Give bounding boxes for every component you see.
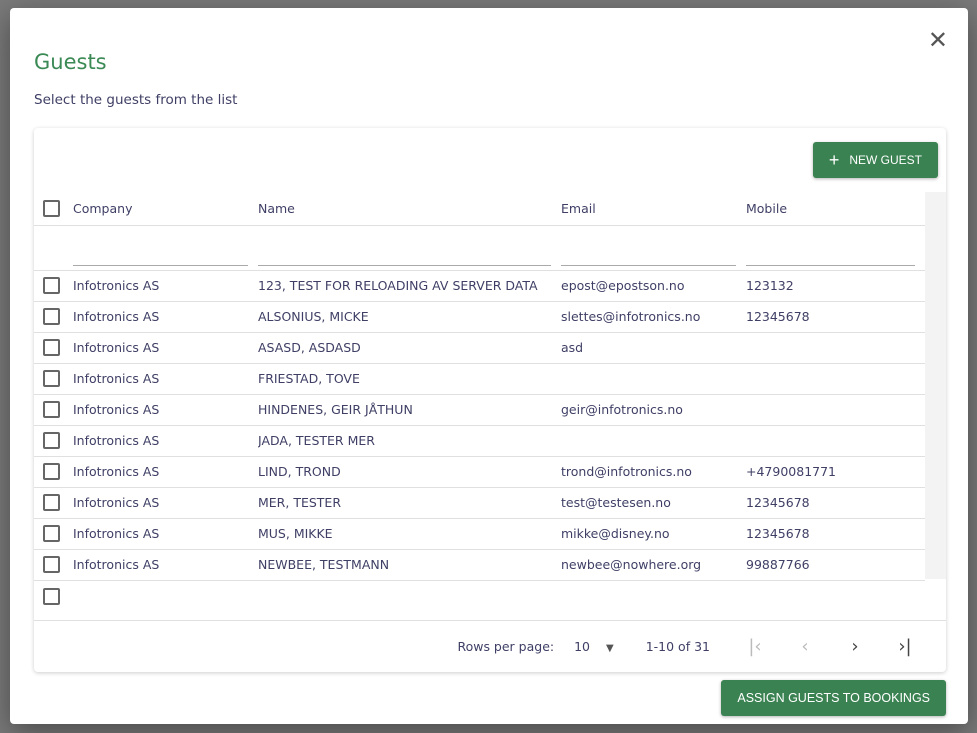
last-page-icon[interactable]: ›| (880, 636, 930, 657)
cell-company: Infotronics AS (73, 332, 258, 364)
table-row[interactable]: Infotronics AS NEWBEE, TESTMANN newbee@now… (34, 549, 925, 581)
cell-mobile: +4790081771 (746, 456, 925, 488)
cell-email (561, 363, 746, 395)
row-checkbox[interactable] (43, 525, 60, 542)
header-company[interactable]: Company (73, 192, 258, 226)
table-row[interactable]: Infotronics AS MER, TESTER test@testesen.n… (34, 487, 925, 519)
cell-email (561, 425, 746, 457)
cell-mobile (746, 332, 925, 364)
cell-name: HINDENES, GEIR JÅTHUN (258, 394, 561, 426)
row-checkbox[interactable] (43, 401, 60, 418)
cell-email: newbee@nowhere.org (561, 549, 746, 581)
new-guest-label: NEW GUEST (849, 153, 922, 167)
row-checkbox[interactable] (43, 432, 60, 449)
table-row[interactable]: Infotronics AS 123, TEST FOR RELOADING AV… (34, 270, 925, 302)
cell-email: mikke@disney.no (561, 518, 746, 550)
next-page-icon[interactable]: › (830, 636, 880, 657)
cell-company: Infotronics AS (73, 425, 258, 457)
row-checkbox[interactable] (43, 494, 60, 511)
cell-mobile (746, 394, 925, 426)
cell-mobile (746, 363, 925, 395)
guest-table: Company Name Email Mobile Infotronics AS… (34, 192, 925, 581)
plus-icon: + (828, 149, 840, 170)
name-filter-input[interactable] (258, 246, 551, 266)
page-range: 1-10 of 31 (645, 639, 710, 654)
cell-name: 123, TEST FOR RELOADING AV SERVER DATA (258, 270, 561, 302)
table-row[interactable]: Infotronics AS ASASD, ASDASD asd (34, 332, 925, 364)
dropdown-arrow-icon: ▼ (606, 643, 614, 654)
table-row[interactable]: Infotronics AS FRIESTAD, TOVE (34, 363, 925, 395)
table-row[interactable]: Infotronics AS JADA, TESTER MER (34, 425, 925, 457)
cell-name: ASASD, ASDASD (258, 332, 561, 364)
cell-name: JADA, TESTER MER (258, 425, 561, 457)
cell-mobile: 12345678 (746, 301, 925, 333)
header-email[interactable]: Email (561, 192, 746, 226)
cell-company: Infotronics AS (73, 270, 258, 302)
prev-page-icon[interactable]: ‹ (780, 636, 830, 657)
guests-dialog: ✕ Guests Select the guests from the list… (10, 8, 968, 724)
cell-company: Infotronics AS (73, 456, 258, 488)
new-guest-button[interactable]: + NEW GUEST (812, 142, 938, 178)
first-page-icon[interactable]: |‹ (730, 636, 780, 657)
cell-email: epost@epostson.no (561, 270, 746, 302)
cell-name: ALSONIUS, MICKE (258, 301, 561, 333)
cell-name: MUS, MIKKE (258, 518, 561, 550)
cell-name: NEWBEE, TESTMANN (258, 549, 561, 581)
table-row[interactable]: Infotronics AS HINDENES, GEIR JÅTHUN geir@… (34, 394, 925, 426)
close-icon[interactable]: ✕ (928, 28, 948, 52)
header-mobile[interactable]: Mobile (746, 192, 925, 226)
cell-mobile: 12345678 (746, 487, 925, 519)
cell-email: geir@infotronics.no (561, 394, 746, 426)
cell-mobile: 99887766 (746, 549, 925, 581)
company-filter-input[interactable] (73, 246, 248, 266)
cell-email: test@testesen.no (561, 487, 746, 519)
pagination: Rows per page: 10 ▼ 1-10 of 31 |‹ ‹ › ›| (34, 620, 946, 672)
cell-company: Infotronics AS (73, 363, 258, 395)
cell-mobile: 123132 (746, 270, 925, 302)
filter-row (34, 225, 925, 271)
select-all-checkbox[interactable] (43, 199, 60, 217)
assign-guests-button[interactable]: ASSIGN GUESTS TO BOOKINGS (721, 680, 946, 716)
rows-per-page-select[interactable]: 10 ▼ (574, 639, 614, 654)
mobile-filter-input[interactable] (746, 246, 915, 266)
cell-company: Infotronics AS (73, 518, 258, 550)
cell-company: Infotronics AS (73, 487, 258, 519)
row-checkbox[interactable] (43, 339, 60, 356)
rows-per-page-value: 10 (574, 639, 591, 654)
cell-email: trond@infotronics.no (561, 456, 746, 488)
cell-email: slettes@infotronics.no (561, 301, 746, 333)
cell-mobile (746, 425, 925, 457)
dialog-subtitle: Select the guests from the list (34, 92, 238, 108)
dialog-title: Guests (34, 50, 107, 74)
row-checkbox[interactable] (43, 463, 60, 480)
cell-company: Infotronics AS (73, 394, 258, 426)
row-checkbox[interactable] (43, 277, 60, 294)
cell-email: asd (561, 332, 746, 364)
row-checkbox[interactable] (43, 556, 60, 573)
cell-name: FRIESTAD, TOVE (258, 363, 561, 395)
table-row[interactable]: Infotronics AS LIND, TROND trond@infotroni… (34, 456, 925, 488)
guest-table-card: + NEW GUEST Company Name Email Mobile Inf… (34, 128, 946, 672)
scrollbar[interactable] (925, 192, 946, 579)
cell-company: Infotronics AS (73, 301, 258, 333)
cell-name: MER, TESTER (258, 487, 561, 519)
rows-per-page-label: Rows per page: (457, 639, 555, 654)
email-filter-input[interactable] (561, 246, 736, 266)
cell-mobile: 12345678 (746, 518, 925, 550)
row-checkbox[interactable] (43, 308, 60, 325)
empty-row-checkbox[interactable] (43, 588, 60, 605)
cell-company: Infotronics AS (73, 549, 258, 581)
cell-name: LIND, TROND (258, 456, 561, 488)
row-checkbox[interactable] (43, 370, 60, 387)
header-name[interactable]: Name (258, 192, 561, 226)
table-row[interactable]: Infotronics AS MUS, MIKKE mikke@disney.no 1… (34, 518, 925, 550)
table-row[interactable]: Infotronics AS ALSONIUS, MICKE slettes@inf… (34, 301, 925, 333)
